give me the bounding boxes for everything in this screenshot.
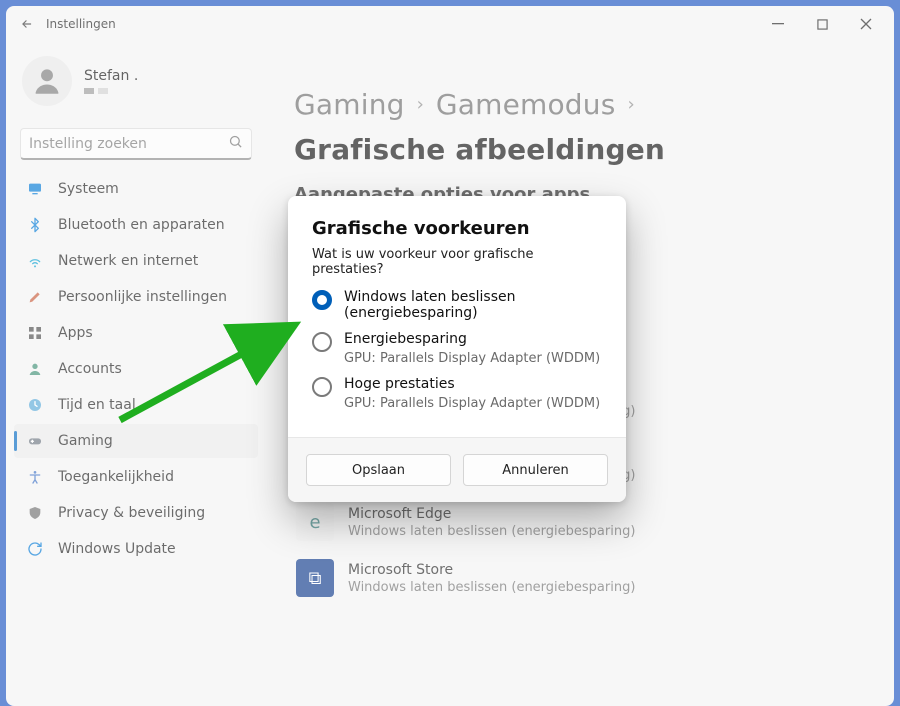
graphics-preferences-dialog: Grafische voorkeuren Wat is uw voorkeur … <box>288 196 626 502</box>
sidebar-item-wifi[interactable]: Netwerk en internet <box>14 244 258 278</box>
cancel-button[interactable]: Annuleren <box>463 454 608 486</box>
dialog-options: Windows laten beslissen (energiebesparin… <box>288 289 626 417</box>
sidebar-item-label: Privacy & beveiliging <box>58 505 205 521</box>
sidebar-item-label: Windows Update <box>58 541 176 557</box>
sidebar-item-bluetooth[interactable]: Bluetooth en apparaten <box>14 208 258 242</box>
breadcrumb-current: Grafische afbeeldingen <box>294 133 665 166</box>
breadcrumb-item[interactable]: Gamemodus <box>436 88 616 121</box>
avatar <box>22 56 72 106</box>
sidebar-item-clock[interactable]: Tijd en taal <box>14 388 258 422</box>
search-input[interactable] <box>29 136 228 152</box>
user-block[interactable]: Stefan . <box>14 48 258 124</box>
app-tile-icon: ⧉ <box>296 559 334 597</box>
bluetooth-icon <box>26 216 44 234</box>
app-row[interactable]: e Microsoft Edge Windows laten beslissen… <box>296 503 872 541</box>
back-button[interactable] <box>12 17 42 31</box>
save-button[interactable]: Opslaan <box>306 454 451 486</box>
sidebar-item-apps[interactable]: Apps <box>14 316 258 350</box>
app-sub: Windows laten beslissen (energiebesparin… <box>348 524 635 539</box>
user-name: Stefan . <box>84 68 138 84</box>
sidebar-item-accessibility[interactable]: Toegankelijkheid <box>14 460 258 494</box>
preference-option[interactable]: Energiebesparing GPU: Parallels Display … <box>312 331 602 366</box>
dialog-title: Grafische voorkeuren <box>288 196 626 247</box>
person-icon <box>26 360 44 378</box>
window-title: Instellingen <box>46 17 116 31</box>
radio-icon <box>312 377 332 397</box>
sidebar-item-shield[interactable]: Privacy & beveiliging <box>14 496 258 530</box>
sidebar-item-label: Tijd en taal <box>58 397 136 413</box>
option-label: Hoge prestaties <box>344 376 600 392</box>
option-sub: GPU: Parallels Display Adapter (WDDM) <box>344 351 600 366</box>
preference-option[interactable]: Hoge prestaties GPU: Parallels Display A… <box>312 376 602 411</box>
chevron-right-icon: › <box>417 94 424 115</box>
wifi-icon <box>26 252 44 270</box>
update-icon <box>26 540 44 558</box>
radio-icon <box>312 332 332 352</box>
radio-icon <box>312 290 332 310</box>
search-box[interactable] <box>20 128 252 160</box>
monitor-icon <box>26 180 44 198</box>
sidebar-item-person[interactable]: Accounts <box>14 352 258 386</box>
breadcrumb-item[interactable]: Gaming <box>294 88 405 121</box>
option-label: Energiebesparing <box>344 331 600 347</box>
sidebar-item-monitor[interactable]: Systeem <box>14 172 258 206</box>
sidebar-item-label: Toegankelijkheid <box>58 469 174 485</box>
sidebar-item-label: Apps <box>58 325 93 341</box>
sidebar-item-label: Persoonlijke instellingen <box>58 289 227 305</box>
app-sub: Windows laten beslissen (energiebesparin… <box>348 580 635 595</box>
titlebar: Instellingen <box>6 6 894 42</box>
sidebar-item-update[interactable]: Windows Update <box>14 532 258 566</box>
chevron-right-icon: › <box>628 94 635 115</box>
search-icon <box>228 134 243 153</box>
apps-icon <box>26 324 44 342</box>
nav-list: Systeem Bluetooth en apparaten Netwerk e… <box>14 172 258 566</box>
shield-icon <box>26 504 44 522</box>
close-button[interactable] <box>844 8 888 40</box>
sidebar-item-label: Netwerk en internet <box>58 253 198 269</box>
maximize-button[interactable] <box>800 8 844 40</box>
dialog-question: Wat is uw voorkeur voor grafische presta… <box>288 247 626 289</box>
sidebar-item-label: Systeem <box>58 181 119 197</box>
brush-icon <box>26 288 44 306</box>
sidebar: Stefan . Systeem Bluetooth en apparaten … <box>6 42 266 706</box>
sidebar-item-label: Gaming <box>58 433 113 449</box>
sidebar-item-label: Bluetooth en apparaten <box>58 217 225 233</box>
clock-icon <box>26 396 44 414</box>
sidebar-item-label: Accounts <box>58 361 122 377</box>
option-sub: GPU: Parallels Display Adapter (WDDM) <box>344 396 600 411</box>
user-sub <box>84 88 138 94</box>
accessibility-icon <box>26 468 44 486</box>
sidebar-item-brush[interactable]: Persoonlijke instellingen <box>14 280 258 314</box>
minimize-button[interactable] <box>756 8 800 40</box>
app-name: Microsoft Store <box>348 562 635 578</box>
app-name: Microsoft Edge <box>348 506 635 522</box>
gamepad-icon <box>26 432 44 450</box>
app-row[interactable]: ⧉ Microsoft Store Windows laten beslisse… <box>296 559 872 597</box>
preference-option[interactable]: Windows laten beslissen (energiebesparin… <box>312 289 602 321</box>
option-label: Windows laten beslissen (energiebesparin… <box>344 289 602 321</box>
app-tile-icon: e <box>296 503 334 541</box>
sidebar-item-gamepad[interactable]: Gaming <box>14 424 258 458</box>
breadcrumb: Gaming › Gamemodus › Grafische afbeeldin… <box>294 88 872 166</box>
